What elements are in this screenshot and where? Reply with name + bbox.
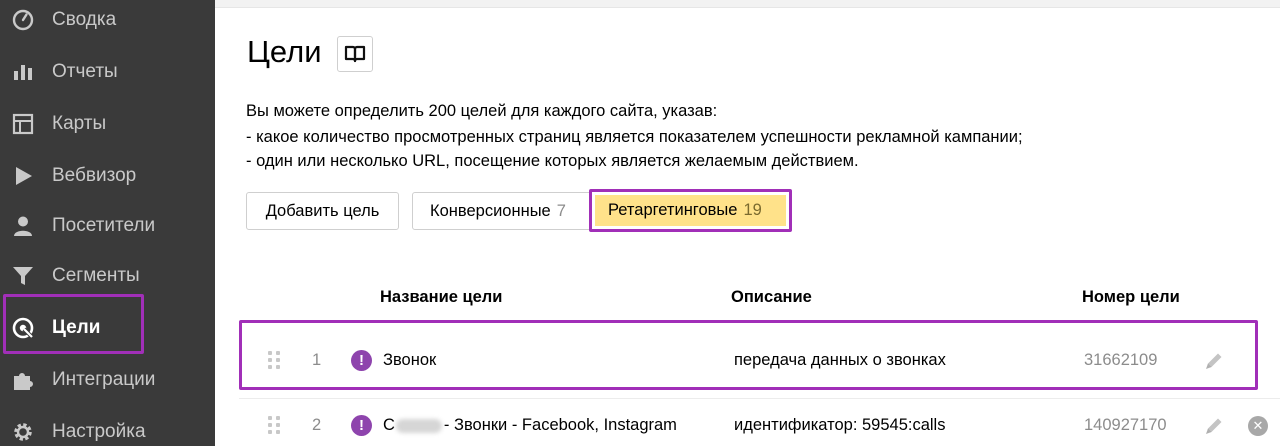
sidebar-item-label: Вебвизор: [52, 165, 137, 186]
sidebar-item-label: Сводка: [52, 9, 117, 30]
blurred-text: [395, 418, 442, 433]
row-highlight: [239, 320, 1258, 390]
sidebar-item-reports[interactable]: Отчеты: [0, 52, 215, 92]
gear-icon: [10, 419, 36, 445]
edit-pencil-icon[interactable]: [1203, 415, 1225, 437]
drag-handle-icon[interactable]: [268, 416, 282, 436]
row-index: 2: [312, 416, 322, 434]
sidebar-item-maps[interactable]: Карты: [0, 104, 215, 144]
description-line: - один или несколько URL, посещение кото…: [246, 152, 859, 170]
goal-name-text: - Звонки - Facebook, Instagram: [443, 416, 677, 434]
sidebar-item-integrations[interactable]: Интеграции: [0, 360, 215, 400]
sidebar-item-summary[interactable]: Сводка: [0, 0, 215, 40]
sidebar-item-segments[interactable]: Сегменты: [0, 256, 215, 296]
tab-count: 19: [743, 201, 762, 219]
book-icon: [344, 45, 366, 63]
tab-label: Ретаргетинговые: [608, 201, 738, 219]
goal-name-prefix: С: [383, 416, 395, 434]
sidebar-item-webvisor[interactable]: Вебвизор: [0, 156, 215, 196]
add-goal-button[interactable]: Добавить цель: [246, 192, 399, 230]
sidebar-item-label: Отчеты: [52, 61, 118, 82]
sidebar-item-label: Сегменты: [52, 265, 140, 286]
sidebar-item-label: Посетители: [52, 215, 156, 236]
sidebar-item-settings[interactable]: Настройка: [0, 412, 215, 446]
filter-icon: [10, 263, 36, 289]
goal-name[interactable]: С - Звонки - Facebook, Instagram: [383, 416, 677, 435]
tab-label: Конверсионные: [430, 201, 551, 220]
puzzle-icon: [10, 367, 36, 393]
tab-count: 7: [556, 201, 566, 220]
delete-icon[interactable]: ✕: [1248, 416, 1268, 436]
column-header-description: Описание: [731, 288, 812, 306]
tab-retargeting[interactable]: Ретаргетинговые 19: [589, 189, 792, 232]
goal-alert-icon: !: [351, 415, 372, 436]
tab-retargeting-selected: Ретаргетинговые 19: [595, 195, 786, 226]
description-line: Вы можете определить 200 целей для каждо…: [246, 102, 718, 120]
help-book-button[interactable]: [337, 36, 373, 72]
tab-conversion[interactable]: Конверсионные 7: [412, 192, 592, 230]
play-icon: [10, 163, 36, 189]
active-item-highlight: [3, 294, 144, 354]
description-line: - какое количество просмотренных страниц…: [246, 128, 1023, 146]
goal-description: идентификатор: 59545:calls: [734, 416, 946, 434]
sidebar-item-label: Интеграции: [52, 369, 156, 390]
sidebar-item-visitors[interactable]: Посетители: [0, 206, 215, 246]
person-icon: [10, 213, 36, 239]
map-layout-icon: [10, 111, 36, 137]
main-content: Цели Вы можете определить 200 целей для …: [215, 0, 1280, 446]
column-header-number: Номер цели: [1082, 288, 1180, 306]
page-title: Цели: [247, 34, 322, 69]
bar-chart-icon: [10, 59, 36, 85]
goal-number: 140927170: [1084, 416, 1167, 434]
sidebar-item-label: Настройка: [52, 421, 146, 442]
sidebar-item-label: Карты: [52, 113, 107, 134]
row-divider: [239, 398, 1280, 399]
gauge-icon: [10, 7, 36, 33]
column-header-name: Название цели: [380, 288, 503, 306]
top-bar: [215, 0, 1280, 8]
sidebar: Сводка Отчеты Карты Вебвизор Посетители …: [0, 0, 215, 446]
